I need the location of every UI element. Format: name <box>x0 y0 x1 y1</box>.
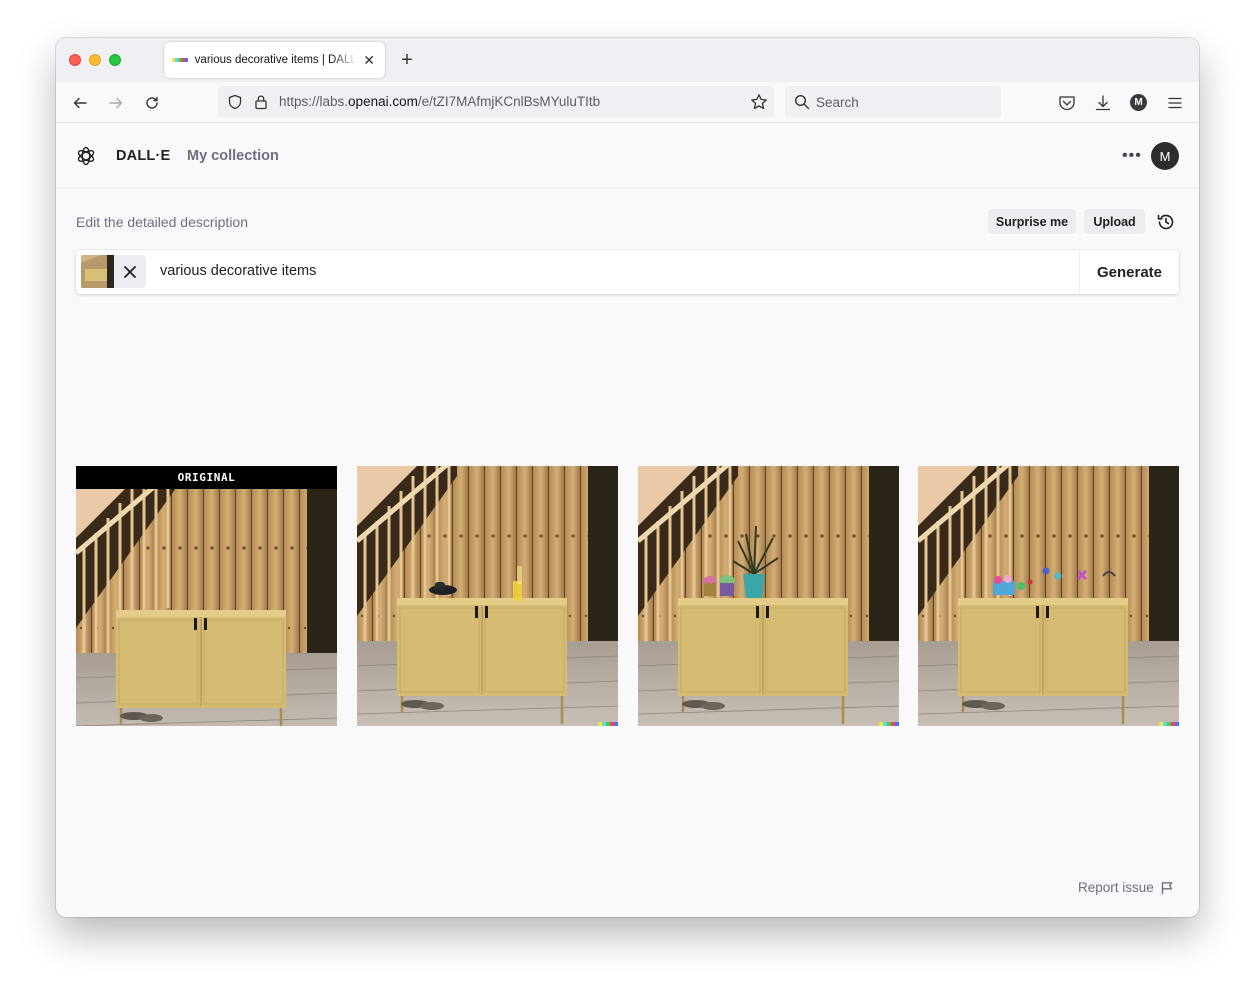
back-icon[interactable] <box>68 91 92 115</box>
variation-image-2[interactable] <box>638 466 899 726</box>
forward-icon[interactable] <box>104 91 128 115</box>
prompt-box: various decorative items Generate <box>76 250 1179 294</box>
url-bar[interactable]: https://labs.openai.com/e/tZI7MAfmjKCnlB… <box>218 86 774 118</box>
pocket-icon[interactable] <box>1058 95 1076 116</box>
url-path: /e/tZI7MAfmjKCnlBsMYuluTItb <box>417 94 601 109</box>
my-collection-link[interactable]: My collection <box>187 148 279 164</box>
original-label: ORIGINAL <box>76 466 337 489</box>
generate-button[interactable]: Generate <box>1079 250 1179 294</box>
more-options-icon[interactable]: ••• <box>1122 147 1142 165</box>
dalle-favicon-icon <box>172 58 188 62</box>
variation-image-3[interactable] <box>918 466 1179 726</box>
openai-logo-icon[interactable] <box>75 145 97 172</box>
dalle-signature-icon <box>598 722 618 726</box>
search-icon <box>794 94 810 115</box>
prompt-input[interactable]: various decorative items <box>160 263 316 279</box>
original-image[interactable]: ORIGINAL <box>76 466 337 726</box>
dalle-signature-icon <box>879 722 899 726</box>
window-minimize-button[interactable] <box>89 54 101 66</box>
report-issue-label: Report issue <box>1078 880 1154 895</box>
edit-description-label: Edit the detailed description <box>76 214 248 230</box>
browser-window: various decorative items | DALL·E ✕ + ht… <box>56 38 1199 917</box>
flag-icon <box>1161 881 1172 894</box>
surprise-me-button[interactable]: Surprise me <box>988 209 1076 234</box>
window-close-button[interactable] <box>69 54 81 66</box>
browser-tab[interactable]: various decorative items | DALL·E ✕ <box>164 42 385 78</box>
tab-close-icon[interactable]: ✕ <box>361 52 377 69</box>
window-maximize-button[interactable] <box>109 54 121 66</box>
account-avatar-icon[interactable]: M <box>1130 94 1147 111</box>
variation-image-1[interactable] <box>357 466 618 726</box>
search-placeholder: Search <box>816 95 859 110</box>
history-icon[interactable] <box>1155 211 1177 233</box>
tracking-shield-icon[interactable] <box>227 94 243 115</box>
dalle-signature-icon <box>1159 722 1179 726</box>
lock-icon[interactable] <box>254 94 268 115</box>
tab-title: various decorative items | DALL·E <box>194 54 358 66</box>
search-input[interactable]: Search <box>785 86 1001 118</box>
downloads-icon[interactable] <box>1094 94 1112 117</box>
url-domain: openai.com <box>348 94 418 109</box>
new-tab-icon[interactable]: + <box>396 48 418 72</box>
bookmark-star-icon[interactable] <box>750 93 768 116</box>
navigation-bar: https://labs.openai.com/e/tZI7MAfmjKCnlB… <box>56 82 1199 123</box>
user-avatar[interactable]: M <box>1151 142 1179 170</box>
url-text: https://labs.openai.com/e/tZI7MAfmjKCnlB… <box>279 94 600 109</box>
source-image-thumbnail <box>81 255 114 288</box>
brand-link[interactable]: DALL·E <box>116 148 170 164</box>
tab-strip: various decorative items | DALL·E ✕ + <box>56 38 1199 82</box>
menu-hamburger-icon[interactable] <box>1167 95 1183 116</box>
app-header: DALL·E My collection ••• M <box>56 124 1199 188</box>
reload-icon[interactable] <box>140 91 164 115</box>
upload-button[interactable]: Upload <box>1084 209 1145 234</box>
url-prefix: https://labs. <box>279 94 349 109</box>
report-issue-link[interactable]: Report issue <box>1078 880 1174 895</box>
remove-image-icon[interactable] <box>114 255 146 288</box>
